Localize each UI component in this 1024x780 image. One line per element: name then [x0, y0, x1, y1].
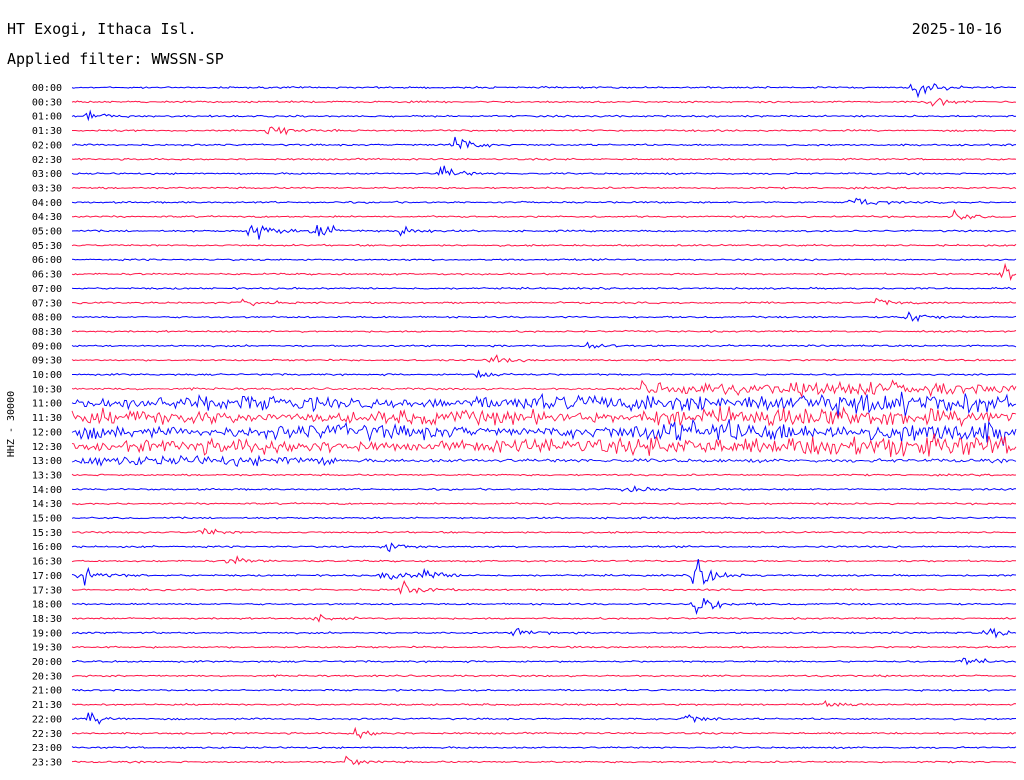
trace-line — [71, 311, 1017, 323]
trace-line — [71, 527, 1017, 535]
row-label: 05:30 — [32, 241, 62, 252]
trace-line — [71, 454, 1017, 468]
trace-line — [71, 559, 1017, 586]
trace-line — [72, 297, 1017, 307]
trace-line — [71, 83, 1017, 99]
trace-line — [71, 186, 1017, 190]
trace-line — [71, 136, 1017, 150]
row-label: 15:00 — [32, 514, 62, 525]
row-label: 15:30 — [32, 528, 62, 539]
row-label: 20:00 — [32, 657, 62, 668]
trace-line — [71, 418, 1017, 446]
row-label: 13:00 — [32, 456, 62, 467]
row-label: 04:30 — [32, 212, 62, 223]
row-label: 07:30 — [32, 298, 62, 309]
trace-line — [71, 555, 1016, 565]
trace-line — [71, 262, 1017, 281]
row-label: 08:30 — [32, 327, 62, 338]
row-label: 17:00 — [32, 571, 62, 582]
trace-line — [71, 657, 1017, 666]
trace-line — [72, 369, 1017, 379]
trace-line — [71, 224, 1017, 240]
row-label: 07:00 — [32, 284, 62, 295]
row-label: 11:00 — [32, 399, 62, 410]
trace-line — [71, 542, 1017, 553]
row-label: 06:30 — [32, 270, 62, 281]
row-label: 03:00 — [32, 169, 62, 180]
row-label: 10:00 — [32, 370, 62, 381]
row-label: 02:00 — [32, 140, 62, 151]
trace-line — [71, 208, 1017, 220]
trace-line — [71, 688, 1017, 692]
row-label: 19:00 — [32, 628, 62, 639]
row-label: 20:30 — [32, 671, 62, 682]
trace-line — [71, 746, 1017, 750]
trace-line — [71, 197, 1017, 206]
trace-line — [71, 598, 1017, 616]
trace-line — [71, 755, 1017, 766]
row-label: 03:30 — [32, 183, 62, 194]
trace-line — [71, 243, 1017, 247]
trace-line — [71, 433, 1017, 458]
row-label: 19:30 — [32, 643, 62, 654]
row-label: 09:00 — [32, 341, 62, 352]
trace-line — [71, 286, 1017, 291]
row-label: 14:00 — [32, 485, 62, 496]
trace-line — [72, 711, 1017, 725]
trace-line — [71, 613, 1017, 623]
trace-line — [72, 126, 1017, 136]
trace-line — [71, 157, 1017, 161]
trace-line — [71, 516, 1017, 520]
trace-line — [71, 674, 1017, 678]
row-label: 22:30 — [32, 729, 62, 740]
y-axis-label: HHZ - 30000 — [6, 391, 17, 457]
row-label: 00:30 — [32, 97, 62, 108]
row-label: 17:30 — [32, 585, 62, 596]
row-label: 05:00 — [32, 227, 62, 238]
trace-line — [71, 258, 1017, 262]
row-label: 21:00 — [32, 686, 62, 697]
trace-line — [71, 109, 1017, 122]
trace-line — [71, 579, 1017, 595]
row-label: 06:00 — [32, 255, 62, 266]
row-label-group: 00:00 00:30 01:00 01:30 02:00 02:30 03:00 03:30… — [32, 83, 62, 768]
trace-line — [71, 97, 1017, 107]
row-label: 23:00 — [32, 743, 62, 754]
row-label: 14:30 — [32, 499, 62, 510]
trace-line — [71, 379, 1017, 399]
trace-group — [71, 83, 1017, 766]
row-label: 01:30 — [32, 126, 62, 137]
trace-line — [71, 645, 1017, 649]
trace-line — [71, 473, 1017, 477]
trace-line — [71, 627, 1017, 639]
row-label: 04:00 — [32, 198, 62, 209]
trace-line — [71, 502, 1017, 506]
trace-line — [71, 485, 1016, 493]
helicorder-plot: 00:00 00:30 01:00 01:30 02:00 02:30 03:00 03:30… — [6, 83, 1017, 768]
row-label: 18:00 — [32, 600, 62, 611]
row-label: 12:00 — [32, 427, 62, 438]
row-label: 11:30 — [32, 413, 62, 424]
row-label: 21:30 — [32, 700, 62, 711]
row-label: 13:30 — [32, 470, 62, 481]
row-label: 09:30 — [32, 356, 62, 367]
row-label: 22:00 — [32, 714, 62, 725]
row-label: 12:30 — [32, 442, 62, 453]
trace-line — [71, 699, 1017, 708]
row-label: 23:30 — [32, 757, 62, 768]
trace-line — [71, 354, 1017, 363]
trace-line — [71, 726, 1016, 740]
trace-line — [71, 165, 1017, 176]
row-label: 16:30 — [32, 557, 62, 568]
row-label: 16:00 — [32, 542, 62, 553]
row-label: 08:00 — [32, 313, 62, 324]
row-label: 01:00 — [32, 112, 62, 123]
trace-line — [71, 329, 1017, 334]
row-label: 02:30 — [32, 155, 62, 166]
trace-line — [71, 341, 1017, 349]
row-label: 00:00 — [32, 83, 62, 94]
row-label: 10:30 — [32, 384, 62, 395]
row-label: 18:30 — [32, 614, 62, 625]
